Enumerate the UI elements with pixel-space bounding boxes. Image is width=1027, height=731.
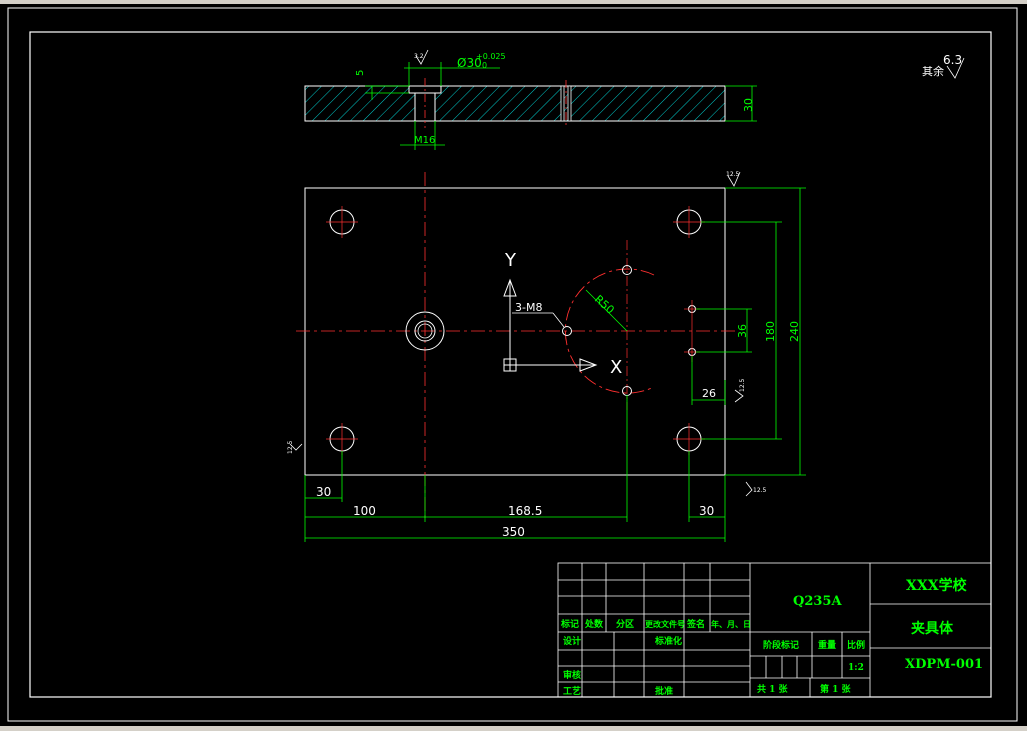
tb-h-approve: 批准 <box>655 685 673 697</box>
leaders <box>512 312 565 328</box>
callout-3-m8: 3-M8 <box>515 301 542 314</box>
dim-depth-5: 5 <box>355 70 366 76</box>
roughness-section-value: 3.2 <box>414 53 424 60</box>
roughness-left: 12.5 <box>287 440 294 454</box>
tb-h-process: 工艺 <box>563 685 581 697</box>
dim-r50: R50 <box>592 293 617 317</box>
tb-h-zone: 分区 <box>616 618 634 630</box>
tb-part-name: 夹具体 <box>911 620 954 637</box>
tb-h-stage: 阶段标记 <box>763 639 799 651</box>
tb-drawing-no: XDPM-001 <box>905 657 983 672</box>
tb-material: Q235A <box>793 594 842 609</box>
tb-h-scale: 比例 <box>847 639 865 651</box>
dim-240: 240 <box>788 321 801 342</box>
tb-scale: 1:2 <box>848 663 864 673</box>
tb-school: XXX学校 <box>906 577 968 594</box>
dim-350: 350 <box>502 525 525 539</box>
ucs-axis-y: Y <box>504 250 517 271</box>
dim-tolerance-lower: 0 <box>482 61 487 70</box>
roughness-bottom-right: 12.5 <box>753 487 767 494</box>
roughness-right: 12.5 <box>739 378 746 392</box>
section-view <box>304 78 726 128</box>
dim-180: 180 <box>764 321 777 342</box>
dim-36: 36 <box>736 324 749 338</box>
tb-h-std: 标准化 <box>654 635 682 647</box>
roughness-main-note: 其余 <box>922 64 944 78</box>
dim-168-5: 168.5 <box>508 504 542 518</box>
drawing-sheet: Ø30 +0.025 0 M16 5 30 3.2 Y X 3-M8 R50 3… <box>7 7 1018 722</box>
tb-h-count: 处数 <box>584 618 604 630</box>
dim-30-left: 30 <box>316 485 331 499</box>
roughness-top-right: 12.5 <box>726 171 740 178</box>
tb-h-check: 审核 <box>563 669 581 681</box>
tb-h-design: 设计 <box>563 635 581 647</box>
dim-100: 100 <box>353 504 376 518</box>
dim-thickness-30: 30 <box>742 98 755 112</box>
ucs-axis-x: X <box>610 357 622 378</box>
tb-sheet-no: 第 1 张 <box>820 683 852 695</box>
tb-h-sign: 签名 <box>686 618 705 630</box>
plan-view <box>296 172 736 520</box>
tb-h-mark: 标记 <box>560 618 579 630</box>
hole-center-marks <box>326 206 705 455</box>
roughness-main-value: 6.3 <box>943 53 962 67</box>
ucs-icon <box>503 278 598 372</box>
dim-m16: M16 <box>414 135 435 146</box>
dim-26: 26 <box>702 387 716 400</box>
dim-tolerance-upper: +0.025 <box>476 52 506 61</box>
tb-sheets-total: 共 1 张 <box>757 683 789 695</box>
tb-h-date: 年、月、日 <box>711 619 751 629</box>
tb-h-weight: 重量 <box>818 639 836 651</box>
tb-h-doc: 更改文件号 <box>645 619 685 629</box>
dim-30-right: 30 <box>699 504 714 518</box>
